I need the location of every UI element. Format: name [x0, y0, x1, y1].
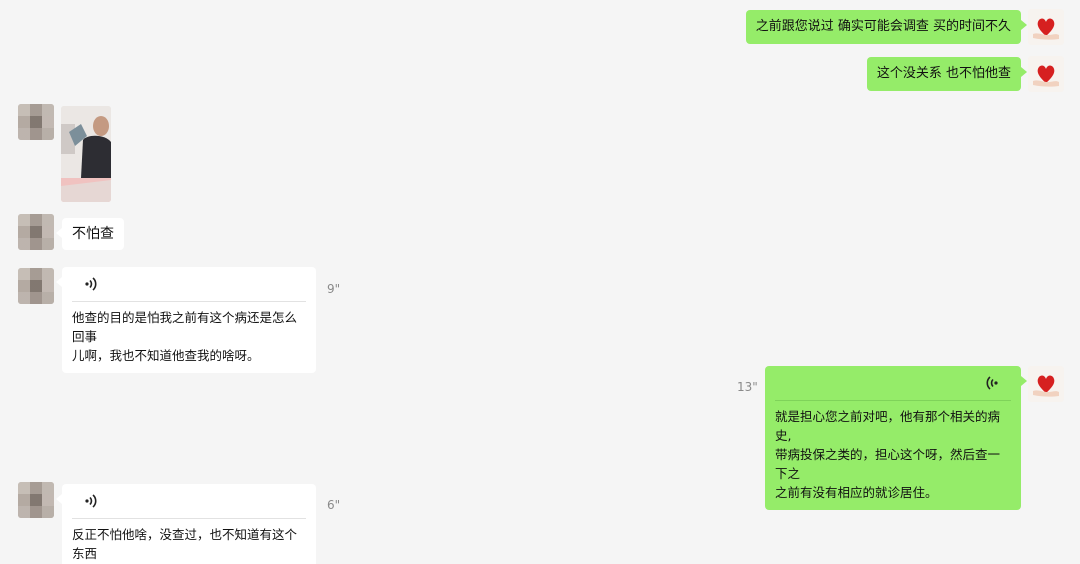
red-heart-hand-icon	[1033, 18, 1059, 40]
voice-message-outgoing[interactable]: 就是担心您之前对吧，他有那个相关的病史, 带病投保之类的，担心这个呀，然后查一下…	[765, 366, 1027, 510]
self-avatar[interactable]	[1028, 366, 1064, 402]
red-heart-hand-icon	[1033, 375, 1059, 397]
voice-transcript: 就是担心您之前对吧，他有那个相关的病史, 带病投保之类的，担心这个呀，然后查一下…	[775, 401, 1011, 510]
transcript-line: 带病投保之类的，担心这个呀，然后查一下之	[775, 447, 1001, 481]
self-avatar[interactable]	[1028, 56, 1064, 92]
transcript-line: 就是担心您之前对吧，他有那个相关的病史,	[775, 409, 1001, 443]
image-message[interactable]	[61, 106, 111, 202]
voice-duration: 6"	[327, 498, 341, 512]
voice-player[interactable]	[72, 267, 306, 301]
voice-wave-icon[interactable]	[84, 276, 98, 299]
voice-wave-icon[interactable]	[84, 493, 98, 516]
peer-avatar[interactable]	[18, 268, 54, 304]
message-bubble-outgoing[interactable]: 这个没关系 也不怕他查	[866, 57, 1028, 91]
red-heart-hand-icon	[1033, 65, 1059, 87]
voice-player[interactable]	[72, 484, 306, 518]
peer-avatar[interactable]	[18, 104, 54, 140]
voice-wave-icon[interactable]	[985, 375, 999, 398]
voice-message-incoming[interactable]: 他查的目的是怕我之前有这个病还是怎么回事 儿啊，我也不知道他查我的啥呀。	[56, 267, 316, 373]
transcript-line: 反正不怕他啥，没查过，也不知道有这个东西	[72, 527, 298, 561]
transcript-line: 他查的目的是怕我之前有这个病还是怎么回事	[72, 310, 298, 344]
photo-thumbnail	[61, 106, 111, 202]
transcript-line: 儿啊，我也不知道他查我的啥呀。	[72, 348, 260, 363]
voice-transcript: 反正不怕他啥，没查过，也不知道有这个东西 。	[72, 519, 306, 564]
voice-player[interactable]	[775, 366, 1011, 400]
self-avatar[interactable]	[1028, 9, 1064, 45]
transcript-line: 之前有没有相应的就诊居住。	[775, 485, 938, 500]
voice-duration: 13"	[737, 380, 758, 394]
voice-transcript: 他查的目的是怕我之前有这个病还是怎么回事 儿啊，我也不知道他查我的啥呀。	[72, 302, 306, 373]
message-bubble-outgoing[interactable]: 之前跟您说过 确实可能会调查 买的时间不久	[745, 10, 1028, 44]
chat-window: 之前跟您说过 确实可能会调查 买的时间不久 这个没关系 也不怕他查 不怕查 他查…	[0, 0, 1080, 564]
message-bubble-incoming[interactable]: 不怕查	[56, 218, 124, 250]
voice-duration: 9"	[327, 282, 341, 296]
peer-avatar[interactable]	[18, 482, 54, 518]
voice-message-incoming[interactable]: 反正不怕他啥，没查过，也不知道有这个东西 。	[56, 484, 316, 564]
peer-avatar[interactable]	[18, 214, 54, 250]
